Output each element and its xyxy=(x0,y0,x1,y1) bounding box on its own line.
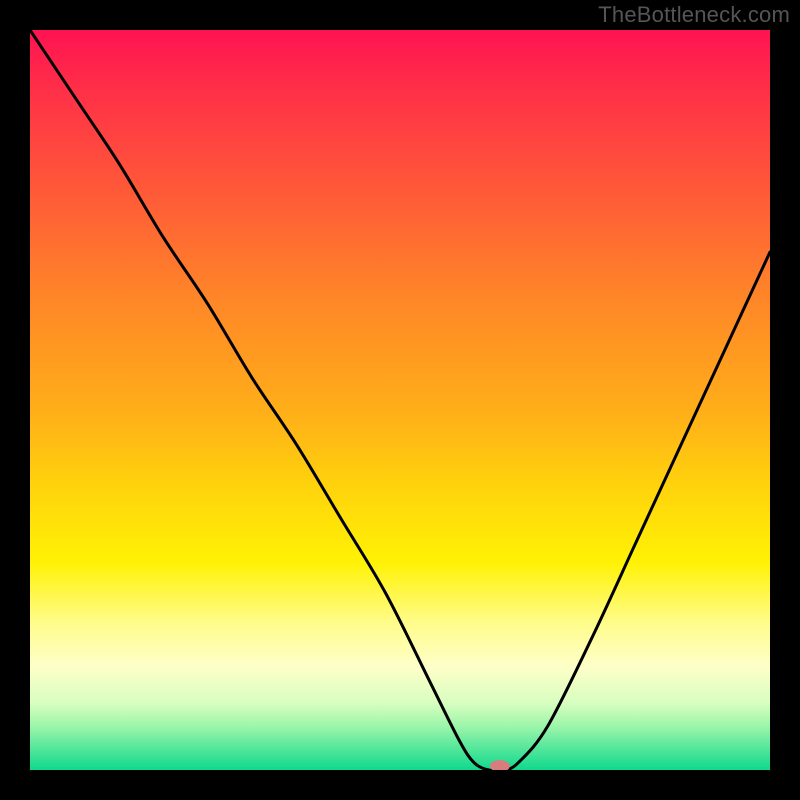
chart-container: TheBottleneck.com xyxy=(0,0,800,800)
bottleneck-curve-svg xyxy=(30,30,770,770)
plot-area xyxy=(30,30,770,770)
bottleneck-curve-path xyxy=(30,30,770,770)
optimal-marker xyxy=(490,760,510,770)
watermark-text: TheBottleneck.com xyxy=(598,2,790,28)
